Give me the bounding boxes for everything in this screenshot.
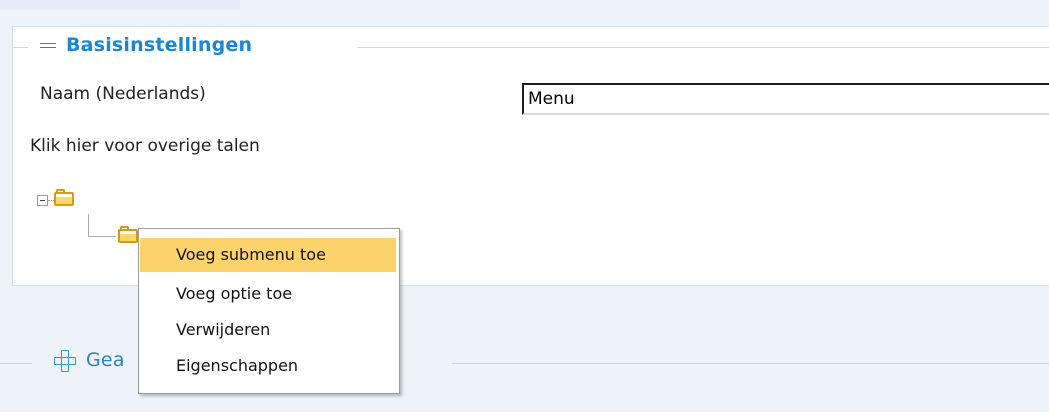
advanced-settings-title-start: Gea [86,349,125,371]
basis-settings-title: Basisinstellingen [66,34,253,56]
name-input[interactable] [522,83,1049,115]
menu-item-properties[interactable]: Eigenschappen [140,349,396,383]
menu-item-delete[interactable]: Verwijderen [140,313,396,347]
collapse-minus-icon[interactable] [38,35,58,55]
folder-icon[interactable] [118,226,140,244]
fieldset-border-right [357,47,1049,48]
top-strip [0,0,240,10]
tree-collapse-toggle[interactable] [37,195,48,206]
basis-settings-legend[interactable]: Basisinstellingen [38,34,252,56]
tree-connector [88,236,116,237]
fieldset-border-right [452,363,1049,364]
folder-icon[interactable] [54,189,76,207]
name-label: Naam (Nederlands) [40,84,206,104]
menu-item-add-option[interactable]: Voeg optie toe [140,277,396,311]
menu-item-add-submenu[interactable]: Voeg submenu toe [140,238,396,272]
fieldset-border-left [12,47,28,48]
context-menu: Voeg submenu toe Voeg optie toe Verwijde… [138,228,400,394]
tree-connector [88,214,89,236]
other-languages-link[interactable]: Klik hier voor overige talen [30,136,260,156]
expand-plus-icon[interactable] [54,349,76,372]
fieldset-border-left [0,363,32,364]
